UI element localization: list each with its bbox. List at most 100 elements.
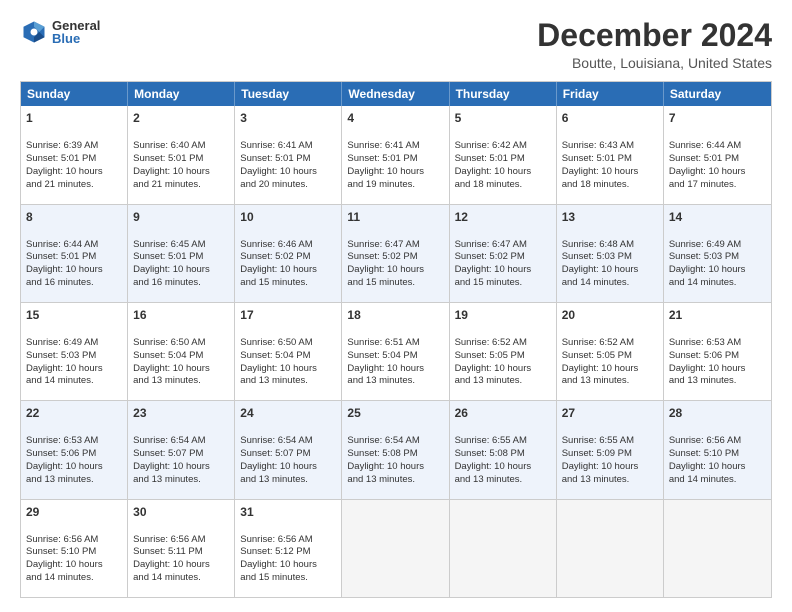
calendar: SundayMondayTuesdayWednesdayThursdayFrid… — [20, 81, 772, 598]
header-day-friday: Friday — [557, 82, 664, 106]
day-number: 19 — [455, 307, 551, 323]
day-number: 1 — [26, 110, 122, 126]
day-info-line: Sunrise: 6:53 AM — [669, 337, 741, 348]
day-number: 6 — [562, 110, 658, 126]
day-info-line: Sunset: 5:04 PM — [240, 350, 310, 361]
logo-text: General Blue — [52, 19, 100, 45]
day-info-line: Daylight: 10 hours — [26, 559, 103, 570]
day-info-line: Sunrise: 6:48 AM — [562, 239, 634, 250]
day-info-line: Daylight: 10 hours — [347, 363, 424, 374]
day-info-line: Sunset: 5:01 PM — [562, 153, 632, 164]
day-info-line: Sunrise: 6:42 AM — [455, 140, 527, 151]
day-number: 11 — [347, 209, 443, 225]
calendar-cell: 15Sunrise: 6:49 AMSunset: 5:03 PMDayligh… — [21, 303, 128, 400]
day-info-line: Sunrise: 6:47 AM — [455, 239, 527, 250]
day-info-line: and 13 minutes. — [133, 474, 201, 485]
day-info-line: Sunset: 5:06 PM — [26, 448, 96, 459]
day-info-line: Sunset: 5:10 PM — [669, 448, 739, 459]
day-info-line: Sunset: 5:08 PM — [455, 448, 525, 459]
calendar-cell: 5Sunrise: 6:42 AMSunset: 5:01 PMDaylight… — [450, 106, 557, 203]
calendar-cell — [342, 500, 449, 597]
day-info-line: and 13 minutes. — [240, 375, 308, 386]
day-number: 25 — [347, 405, 443, 421]
day-number: 28 — [669, 405, 766, 421]
day-info-line: Sunset: 5:02 PM — [455, 251, 525, 262]
day-info-line: Daylight: 10 hours — [669, 461, 746, 472]
day-info-line: and 15 minutes. — [240, 277, 308, 288]
day-number: 15 — [26, 307, 122, 323]
day-info-line: Daylight: 10 hours — [133, 363, 210, 374]
day-info-line: Daylight: 10 hours — [26, 166, 103, 177]
day-info-line: Sunrise: 6:55 AM — [455, 435, 527, 446]
day-info-line: and 13 minutes. — [455, 375, 523, 386]
day-info-line: Daylight: 10 hours — [669, 363, 746, 374]
calendar-cell: 2Sunrise: 6:40 AMSunset: 5:01 PMDaylight… — [128, 106, 235, 203]
day-info-line: and 18 minutes. — [455, 179, 523, 190]
day-info-line: Sunset: 5:07 PM — [133, 448, 203, 459]
header-day-wednesday: Wednesday — [342, 82, 449, 106]
calendar-cell: 8Sunrise: 6:44 AMSunset: 5:01 PMDaylight… — [21, 205, 128, 302]
day-info-line: and 13 minutes. — [133, 375, 201, 386]
day-info-line: Sunset: 5:09 PM — [562, 448, 632, 459]
day-number: 30 — [133, 504, 229, 520]
day-info-line: Daylight: 10 hours — [133, 559, 210, 570]
day-info-line: Sunrise: 6:50 AM — [133, 337, 205, 348]
day-number: 14 — [669, 209, 766, 225]
day-info-line: Sunset: 5:03 PM — [669, 251, 739, 262]
day-number: 26 — [455, 405, 551, 421]
day-info-line: Sunset: 5:03 PM — [26, 350, 96, 361]
calendar-cell: 4Sunrise: 6:41 AMSunset: 5:01 PMDaylight… — [342, 106, 449, 203]
day-info-line: Daylight: 10 hours — [240, 559, 317, 570]
calendar-cell: 27Sunrise: 6:55 AMSunset: 5:09 PMDayligh… — [557, 401, 664, 498]
day-info-line: and 21 minutes. — [133, 179, 201, 190]
day-info-line: Daylight: 10 hours — [669, 264, 746, 275]
calendar-header: SundayMondayTuesdayWednesdayThursdayFrid… — [21, 82, 771, 106]
day-info-line: Sunset: 5:01 PM — [669, 153, 739, 164]
day-number: 17 — [240, 307, 336, 323]
day-info-line: Sunset: 5:03 PM — [562, 251, 632, 262]
day-info-line: and 13 minutes. — [240, 474, 308, 485]
day-info-line: Daylight: 10 hours — [455, 264, 532, 275]
day-info-line: Sunset: 5:06 PM — [669, 350, 739, 361]
day-info-line: Sunrise: 6:52 AM — [562, 337, 634, 348]
day-number: 23 — [133, 405, 229, 421]
day-info-line: and 13 minutes. — [562, 474, 630, 485]
day-info-line: and 15 minutes. — [240, 572, 308, 583]
day-number: 13 — [562, 209, 658, 225]
calendar-cell: 29Sunrise: 6:56 AMSunset: 5:10 PMDayligh… — [21, 500, 128, 597]
day-info-line: Daylight: 10 hours — [347, 264, 424, 275]
calendar-cell: 20Sunrise: 6:52 AMSunset: 5:05 PMDayligh… — [557, 303, 664, 400]
day-number: 8 — [26, 209, 122, 225]
day-info-line: and 17 minutes. — [669, 179, 737, 190]
day-info-line: Sunrise: 6:56 AM — [669, 435, 741, 446]
calendar-cell: 14Sunrise: 6:49 AMSunset: 5:03 PMDayligh… — [664, 205, 771, 302]
day-info-line: Sunrise: 6:45 AM — [133, 239, 205, 250]
day-info-line: Sunset: 5:11 PM — [133, 546, 203, 557]
day-number: 20 — [562, 307, 658, 323]
day-info-line: and 18 minutes. — [562, 179, 630, 190]
calendar-cell: 22Sunrise: 6:53 AMSunset: 5:06 PMDayligh… — [21, 401, 128, 498]
day-info-line: Sunrise: 6:53 AM — [26, 435, 98, 446]
day-info-line: Sunset: 5:01 PM — [347, 153, 417, 164]
day-number: 4 — [347, 110, 443, 126]
calendar-cell: 23Sunrise: 6:54 AMSunset: 5:07 PMDayligh… — [128, 401, 235, 498]
day-info-line: Sunset: 5:01 PM — [240, 153, 310, 164]
day-info-line: Daylight: 10 hours — [26, 264, 103, 275]
header-day-tuesday: Tuesday — [235, 82, 342, 106]
day-info-line: Sunrise: 6:51 AM — [347, 337, 419, 348]
calendar-cell — [450, 500, 557, 597]
day-number: 21 — [669, 307, 766, 323]
logo-icon — [20, 18, 48, 46]
calendar-cell: 7Sunrise: 6:44 AMSunset: 5:01 PMDaylight… — [664, 106, 771, 203]
day-info-line: Sunrise: 6:44 AM — [669, 140, 741, 151]
calendar-body: 1Sunrise: 6:39 AMSunset: 5:01 PMDaylight… — [21, 106, 771, 597]
day-info-line: and 16 minutes. — [133, 277, 201, 288]
day-info-line: and 19 minutes. — [347, 179, 415, 190]
day-info-line: Daylight: 10 hours — [455, 363, 532, 374]
day-info-line: Sunset: 5:05 PM — [455, 350, 525, 361]
calendar-row-4: 22Sunrise: 6:53 AMSunset: 5:06 PMDayligh… — [21, 401, 771, 499]
day-info-line: and 13 minutes. — [562, 375, 630, 386]
day-info-line: Sunrise: 6:56 AM — [26, 534, 98, 545]
day-number: 12 — [455, 209, 551, 225]
day-info-line: Sunrise: 6:50 AM — [240, 337, 312, 348]
